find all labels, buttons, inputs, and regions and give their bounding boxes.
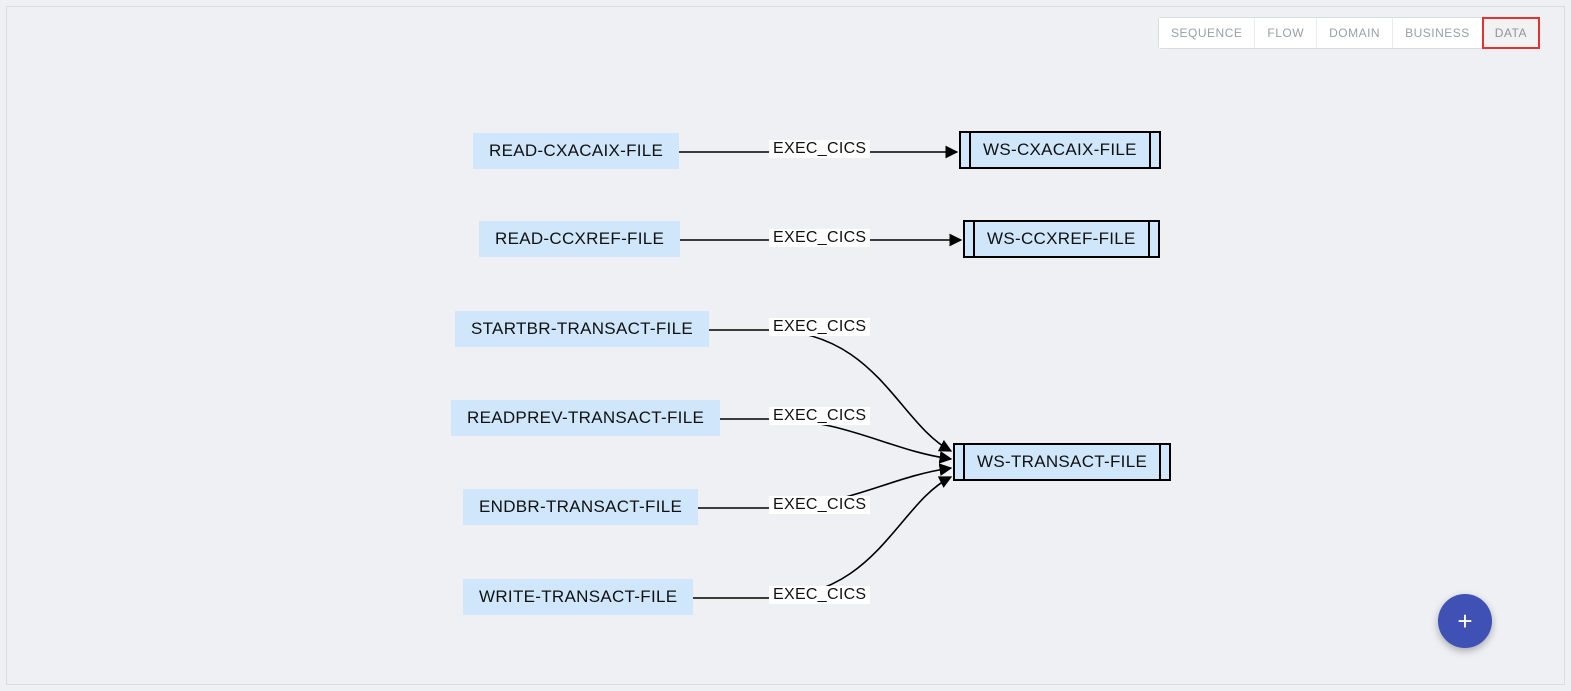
edge-readprev_transact-to-ws_transact: [687, 419, 951, 459]
edge-label-5: EXEC_CICS: [769, 586, 870, 604]
view-tabs: SEQUENCE FLOW DOMAIN BUSINESS DATA: [1158, 17, 1540, 49]
tab-data[interactable]: DATA: [1483, 18, 1539, 48]
node-ws-ccxref-file[interactable]: WS-CCXREF-FILE: [963, 220, 1160, 258]
tab-domain[interactable]: DOMAIN: [1317, 18, 1393, 48]
edge-label-1: EXEC_CICS: [769, 229, 870, 247]
edges-layer: [7, 7, 1564, 684]
node-write-transact-file[interactable]: WRITE-TRANSACT-FILE: [463, 579, 693, 615]
node-read-cxacaix-file[interactable]: READ-CXACAIX-FILE: [473, 133, 679, 169]
add-button[interactable]: +: [1438, 594, 1492, 648]
tab-sequence[interactable]: SEQUENCE: [1159, 18, 1255, 48]
tab-flow[interactable]: FLOW: [1255, 18, 1317, 48]
node-ws-cxacaix-file[interactable]: WS-CXACAIX-FILE: [959, 131, 1161, 169]
tab-business[interactable]: BUSINESS: [1393, 18, 1483, 48]
node-readprev-transact-file[interactable]: READPREV-TRANSACT-FILE: [451, 400, 720, 436]
edge-label-2: EXEC_CICS: [769, 318, 870, 336]
node-ws-transact-file[interactable]: WS-TRANSACT-FILE: [953, 443, 1171, 481]
edge-label-0: EXEC_CICS: [769, 140, 870, 158]
edge-label-4: EXEC_CICS: [769, 496, 870, 514]
diagram-canvas[interactable]: SEQUENCE FLOW DOMAIN BUSINESS DATA READ-…: [6, 6, 1565, 685]
node-startbr-transact-file[interactable]: STARTBR-TRANSACT-FILE: [455, 311, 709, 347]
plus-icon: +: [1457, 606, 1472, 637]
edge-label-3: EXEC_CICS: [769, 407, 870, 425]
node-read-ccxref-file[interactable]: READ-CCXREF-FILE: [479, 221, 680, 257]
node-endbr-transact-file[interactable]: ENDBR-TRANSACT-FILE: [463, 489, 698, 525]
